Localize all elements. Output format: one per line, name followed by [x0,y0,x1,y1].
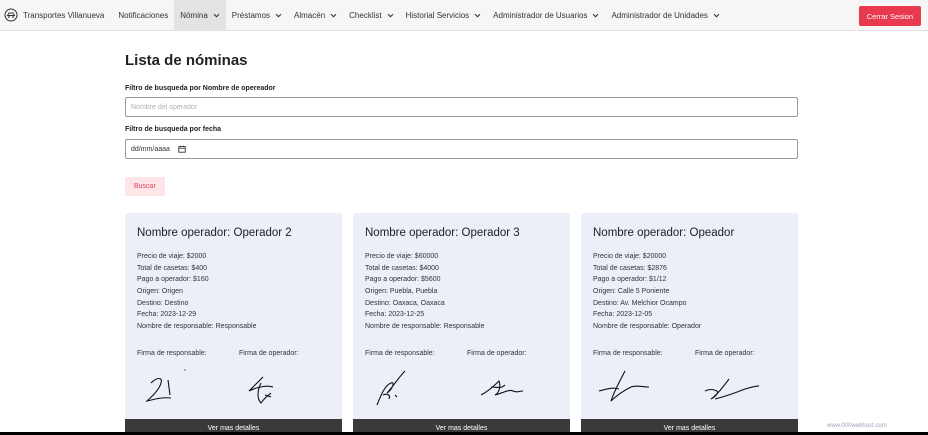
operador-signature-image [248,376,274,404]
card-destino: Destino: Oaxaca, Oaxaca [365,300,445,307]
nav-item-prestamos[interactable]: Préstamos [226,0,288,31]
card-casetas: Total de casetas: $2876 [593,265,667,272]
logout-button[interactable]: Cerrar Sesion [858,6,921,26]
card-casetas: Total de casetas: $4000 [365,265,439,272]
operator-name-placeholder: Nombre del operador [131,103,198,111]
firma-operador-label: Firma de operador: [239,350,299,357]
name-filter-label: Filtro de busqueda por Nombre de operead… [125,85,276,92]
card-responsable: Nombre de responsable: Operador [593,323,702,330]
brand-link[interactable]: Transportes Villanueva [0,0,104,31]
nav-item-label: Administrador de Usuarios [493,10,588,20]
card-casetas: Total de casetas: $400 [137,265,208,272]
card-destino: Destino: Av. Melchior Ocampo [593,300,687,307]
page-title: Lista de nóminas [125,52,248,69]
card-pago: Pago a operador: $160 [137,276,209,283]
nav-item-admin-unidades[interactable]: Administrador de Unidades [605,0,726,31]
card-precio: Precio de viaje: $2000 [137,253,207,260]
card-origen: Origen: Origen [137,288,183,295]
search-button[interactable]: Buscar [125,177,165,196]
card-precio: Precio de viaje: $20000 [593,253,667,260]
card-title: Nombre operador: Operador 3 [365,227,520,239]
nav-item-admin-usuarios[interactable]: Administrador de Usuarios [487,0,605,31]
firma-responsable-label: Firma de responsable: [593,350,663,357]
date-filter-label: Filtro de busqueda por fecha [125,126,222,133]
card-fecha: Fecha: 2023-12-25 [365,311,425,318]
nav-item-notificaciones[interactable]: Notificaciones [112,0,174,31]
nav-menu: Notificaciones Nómina Préstamos Almacén … [112,0,726,31]
nav-item-label: Historial Servicios [405,10,470,20]
card-title: Nombre operador: Operador 2 [137,227,292,239]
date-filter-value: dd/mm/aaaa [131,145,170,153]
nav-item-checklist[interactable]: Checklist [343,0,399,31]
responsable-signature-image [145,369,186,403]
card-destino: Destino: Destino [137,300,189,307]
chevron-down-icon [213,13,220,18]
payroll-card: Nombre operador: Opeador Precio de viaje… [581,213,798,435]
nav-item-label: Nómina [180,10,208,20]
card-precio: Precio de viaje: $60000 [365,253,439,260]
responsable-signature-image [376,370,406,406]
operador-signature-image [704,378,759,400]
card-pago: Pago a operador: $1/12 [593,276,667,283]
chevron-down-icon [275,13,282,18]
nav-item-label: Notificaciones [118,10,169,20]
nav-item-label: Administrador de Unidades [611,10,708,20]
firma-responsable-label: Firma de responsable: [365,350,435,357]
payroll-card: Nombre operador: Operador 2 Precio de vi… [125,213,342,435]
nav-item-label: Préstamos [231,10,271,20]
card-fecha: Fecha: 2023-12-05 [593,311,653,318]
nav-item-label: Checklist [349,10,382,20]
hosting-badge[interactable]: www.000webhost.com [827,423,887,429]
card-responsable: Nombre de responsable: Responsable [137,323,257,330]
nav-item-almacen[interactable]: Almacén [288,0,343,31]
top-navbar: Transportes Villanueva Notificaciones Nó… [0,0,928,31]
card-origen: Origen: Calle 5 Poniente [593,288,670,295]
brand-name: Transportes Villanueva [23,10,105,20]
date-filter-input[interactable]: dd/mm/aaaa [125,139,798,159]
firma-responsable-label: Firma de responsable: [137,350,207,357]
payroll-card: Nombre operador: Operador 3 Precio de vi… [353,213,570,435]
chevron-down-icon [713,13,720,18]
chevron-down-icon [330,13,337,18]
firma-operador-label: Firma de operador: [467,350,527,357]
car-icon [4,8,18,22]
firma-operador-label: Firma de operador: [695,350,755,357]
nav-item-nomina[interactable]: Nómina [174,0,226,31]
card-pago: Pago a operador: $5600 [365,276,441,283]
card-origen: Origen: Puebla, Puebla [365,288,438,295]
operador-signature-image [480,379,524,396]
card-title: Nombre operador: Opeador [593,227,735,239]
calendar-icon[interactable] [178,145,186,153]
chevron-down-icon [474,13,481,18]
operator-name-input[interactable]: Nombre del operador [125,97,798,117]
card-responsable: Nombre de responsable: Responsable [365,323,485,330]
nav-item-historial-servicios[interactable]: Historial Servicios [400,0,488,31]
chevron-down-icon [593,13,599,18]
card-fecha: Fecha: 2023-12-29 [137,311,197,318]
responsable-signature-image [598,370,650,402]
nav-item-label: Almacén [294,10,326,20]
chevron-down-icon [387,13,393,18]
